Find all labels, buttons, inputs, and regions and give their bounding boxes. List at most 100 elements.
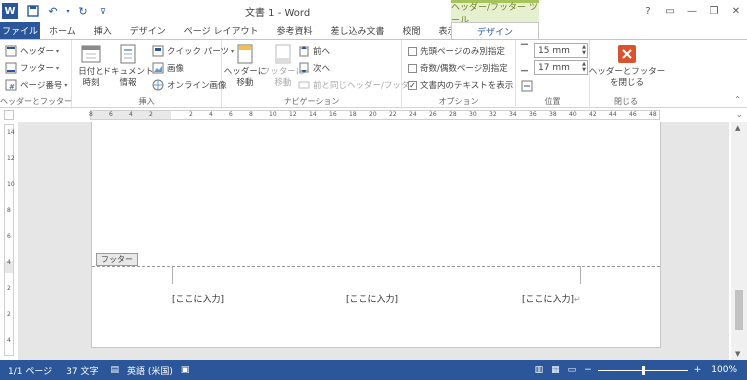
footer-placeholder-right[interactable]: [ここに入力]↵ — [522, 292, 581, 305]
zoom-in-icon[interactable]: + — [694, 365, 702, 375]
different-first-page-checkbox[interactable]: 先頭ページのみ別指定 — [408, 43, 505, 59]
ruler-number: 4 — [7, 337, 11, 344]
ruler-number: 44 — [609, 111, 617, 118]
right-margin-mark — [580, 266, 581, 284]
customize-qat-icon[interactable]: ⊽ — [94, 2, 112, 20]
footer-button[interactable]: フッター ▾ — [5, 60, 59, 76]
page-count[interactable]: 1/1 ページ — [8, 364, 52, 377]
restore-icon[interactable]: ❐ — [703, 0, 725, 22]
calendar-icon — [81, 45, 101, 63]
zoom-level[interactable]: 100% — [711, 365, 737, 375]
go-to-header-button[interactable]: ヘッダーに 移動 — [224, 43, 266, 89]
different-first-page-label: 先頭ページのみ別指定 — [420, 47, 505, 57]
picture-button[interactable]: 画像 — [152, 60, 184, 76]
quick-parts-label: クイック パーツ — [167, 47, 230, 57]
next-button[interactable]: 次へ — [298, 60, 330, 76]
zoom-out-icon[interactable]: − — [584, 365, 592, 375]
spin-arrows-icon[interactable]: ▲ ▼ — [582, 44, 586, 56]
next-label: 次へ — [313, 64, 331, 74]
proofing-icon[interactable]: ▤ — [111, 365, 120, 375]
group-position: ▔ 15 mm ▲ ▼ ▁ 17 mm ▲ ▼ 位置 — [516, 40, 590, 109]
previous-button[interactable]: 前へ — [298, 43, 330, 59]
different-odd-even-checkbox[interactable]: 奇数/偶数ページ別指定 — [408, 60, 508, 76]
doc-info-button[interactable]: ドキュメント 情報 — [103, 43, 154, 89]
header-position-icon: ▔ — [521, 45, 528, 55]
tab-file[interactable]: ファイル — [0, 22, 40, 39]
ruler-tab-selector[interactable] — [4, 110, 14, 120]
tab-home[interactable]: ホーム — [40, 22, 85, 39]
date-time-button[interactable]: 日付と 時刻 — [76, 43, 106, 89]
zoom-slider-thumb[interactable] — [641, 365, 645, 375]
show-document-text-checkbox[interactable]: ✓ 文書内のテキストを表示 — [408, 77, 513, 93]
minimize-icon[interactable]: — — [681, 0, 703, 22]
footer-from-bottom-input[interactable]: 17 mm ▲ ▼ — [534, 60, 588, 75]
tab-mailings[interactable]: 差し込み文書 — [321, 22, 393, 39]
checkbox-checked[interactable]: ✓ — [408, 80, 417, 90]
word-count[interactable]: 37 文字 — [66, 364, 98, 377]
language[interactable]: 英語 (米国) — [127, 364, 173, 377]
footer-placeholder-left[interactable]: [ここに入力] — [172, 292, 224, 305]
help-icon[interactable]: ? — [637, 0, 659, 22]
group-header-footer: ヘッダー ▾ フッター ▾ # ページ番号 ▾ ヘッダーとフッター — [0, 40, 72, 109]
group-label-position: 位置 — [544, 97, 561, 106]
ruler-number: 2 — [7, 285, 11, 292]
word-app-icon[interactable]: W — [2, 3, 18, 19]
vertical-ruler[interactable]: 14 12 10 8 6 4 2 2 4 — [4, 124, 15, 356]
read-mode-icon[interactable]: ▥ — [535, 365, 544, 375]
tab-design-main[interactable]: デザイン — [121, 22, 175, 39]
web-layout-icon[interactable]: ▭ — [568, 365, 577, 375]
group-navigation: ヘッダーに 移動 フッターに 移動 前へ 次へ 前と同じヘッダー/フッター ナビ… — [222, 40, 418, 109]
paragraph-mark: ↵ — [574, 295, 581, 304]
footer-icon — [5, 62, 17, 74]
ruler-number: 6 — [109, 111, 113, 118]
tab-references[interactable]: 参考資料 — [267, 22, 321, 39]
tab-review[interactable]: 校閲 — [393, 22, 429, 39]
vertical-scrollbar[interactable]: ▲ ▼ — [731, 122, 747, 360]
footer-label: フッター — [20, 64, 55, 74]
insert-alignment-tab-button[interactable] — [521, 78, 536, 94]
collapse-ribbon-icon[interactable]: ⌃ — [734, 95, 741, 104]
checkbox-box[interactable] — [408, 46, 417, 56]
link-previous-button[interactable]: 前と同じヘッダー/フッター — [298, 77, 418, 93]
undo-icon[interactable]: ↶ — [44, 2, 62, 20]
next-icon — [298, 62, 310, 74]
header-from-top-input[interactable]: 15 mm ▲ ▼ — [534, 43, 588, 58]
horizontal-ruler[interactable]: 8 6 4 2 2 4 6 8 10 12 14 16 18 20 22 24 26 28 30 32 34 36 38 40… — [89, 110, 660, 120]
scroll-down-icon[interactable]: ▼ — [735, 350, 740, 358]
close-header-footer-button[interactable]: ヘッダーとフッター を閉じる — [589, 43, 665, 89]
ruler-number: 22 — [389, 111, 397, 118]
ribbon-display-icon[interactable]: ▭ — [659, 0, 681, 22]
close-icon[interactable]: ✕ — [725, 0, 747, 22]
tab-hf-design[interactable]: デザイン — [451, 22, 539, 39]
save-icon[interactable] — [24, 2, 42, 20]
picture-label: 画像 — [167, 64, 185, 74]
context-tool-label: ヘッダー/フッター ツール — [451, 0, 539, 26]
tab-insert[interactable]: 挿入 — [85, 22, 121, 39]
footer-from-bottom-value: 17 mm — [538, 62, 570, 73]
go-to-footer-icon — [275, 44, 291, 64]
quick-parts-icon — [152, 45, 164, 57]
page-number-label: ページ番号 — [20, 81, 63, 91]
online-picture-label: オンライン画像 — [167, 81, 227, 91]
checkbox-box[interactable] — [408, 63, 417, 73]
zoom-slider[interactable] — [597, 365, 688, 375]
scroll-up-icon[interactable]: ▲ — [735, 124, 740, 132]
ruler-number: 32 — [489, 111, 497, 118]
spin-arrows-icon[interactable]: ▲ ▼ — [582, 61, 586, 73]
macro-record-icon[interactable]: ▣ — [181, 365, 190, 375]
document-page[interactable]: フッター [ここに入力] [ここに入力] [ここに入力]↵ — [91, 122, 661, 348]
ruler-number: 40 — [569, 111, 577, 118]
scrollbar-thumb[interactable] — [735, 290, 743, 330]
online-picture-button[interactable]: オンライン画像 — [152, 77, 227, 93]
header-button[interactable]: ヘッダー ▾ — [5, 43, 59, 59]
redo-icon[interactable]: ↻ — [74, 2, 92, 20]
footer-placeholder-center[interactable]: [ここに入力] — [346, 292, 398, 305]
print-layout-icon[interactable]: ▦ — [551, 365, 560, 375]
go-to-footer-button[interactable]: フッターに 移動 — [262, 43, 304, 89]
undo-dropdown-icon[interactable]: ▾ — [64, 2, 72, 20]
ruler-number: 24 — [409, 111, 417, 118]
page-number-button[interactable]: # ページ番号 ▾ — [5, 77, 67, 93]
ruler-view-icon[interactable]: ⌄ — [735, 110, 743, 120]
tab-page-layout[interactable]: ページ レイアウト — [175, 22, 268, 39]
ruler-number: 8 — [7, 207, 11, 214]
